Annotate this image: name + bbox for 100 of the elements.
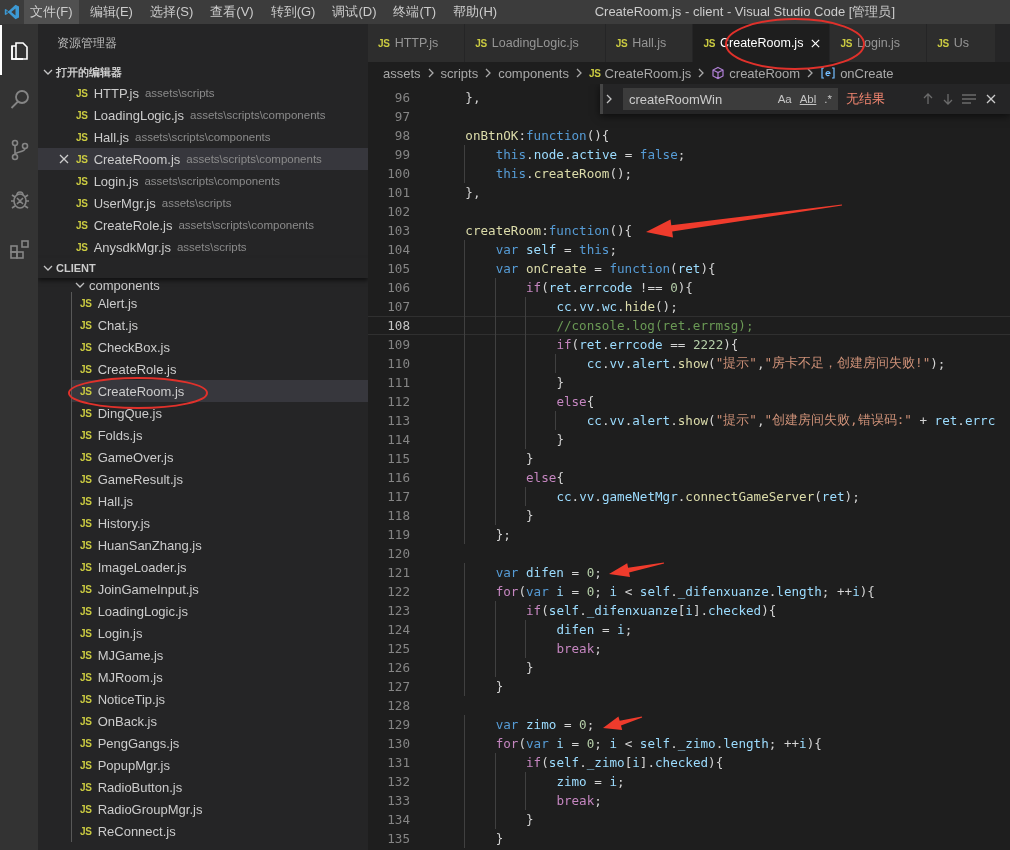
line-number: 134 [386, 812, 411, 827]
file-item[interactable]: JS ImageLoader.js [72, 556, 368, 578]
menu-item[interactable]: 选择(S) [143, 0, 200, 24]
file-item[interactable]: JS LoadingLogic.js [72, 600, 368, 622]
code-line: break; [435, 639, 602, 658]
file-item[interactable]: JS ReConnect.js [72, 820, 368, 842]
code-line: } [435, 810, 534, 829]
line-number: 102 [386, 204, 411, 219]
file-item[interactable]: JS CreateRoom.js [72, 380, 368, 402]
line-number: 123 [386, 603, 411, 618]
line-number: 110 [386, 356, 411, 371]
line-number: 114 [386, 432, 411, 447]
file-item[interactable]: JS OnBack.js [72, 710, 368, 732]
open-editor-item[interactable]: JS CreateRole.js assets\scripts\components [38, 214, 368, 236]
line-number: 101 [386, 185, 411, 200]
open-editor-item[interactable]: JS HTTP.js assets\scripts [38, 82, 368, 104]
open-editor-item[interactable]: JS Login.js assets\scripts\components [38, 170, 368, 192]
editor-tab[interactable]: JS LoadingLogic.js [465, 24, 606, 62]
code-line: zimo = i; [435, 772, 625, 791]
line-number: 128 [386, 698, 411, 713]
file-item[interactable]: JS PopupMgr.js [72, 754, 368, 776]
file-item[interactable]: JS MJGame.js [72, 644, 368, 666]
line-number: 117 [386, 489, 411, 504]
line-number: 126 [386, 660, 411, 675]
editor-tab[interactable]: JS Hall.js [605, 24, 694, 62]
menu-item[interactable]: 查看(V) [204, 0, 260, 24]
file-item[interactable]: JS Hall.js [72, 490, 368, 512]
menu-item[interactable]: 调试(D) [326, 0, 383, 24]
line-number: 105 [386, 261, 411, 276]
line-number: 124 [386, 622, 411, 637]
arrow-down-icon[interactable] [941, 92, 955, 106]
breadcrumb-item[interactable]: createRoom [729, 65, 801, 81]
file-item[interactable]: JS RadioGroupMgr.js [72, 798, 368, 820]
file-item[interactable]: JS CreateRole.js [72, 358, 368, 380]
find-option[interactable]: Abl [797, 93, 819, 105]
menu-item[interactable]: 终端(T) [387, 0, 443, 24]
code-line: }; [435, 525, 511, 544]
editor-tab[interactable]: JS HTTP.js [368, 24, 466, 62]
menu-item[interactable]: 帮助(H) [447, 0, 504, 24]
file-item[interactable]: JS Folds.js [72, 424, 368, 446]
code-line: var self = this; [435, 240, 618, 259]
find-option[interactable]: .* [822, 93, 834, 105]
file-item[interactable]: JS GameResult.js [72, 468, 368, 490]
breadcrumb-item[interactable]: scripts [440, 65, 479, 81]
close-icon[interactable] [58, 153, 70, 165]
section-header[interactable]: 打开的编辑器 [38, 62, 368, 82]
section-header[interactable]: CLIENT [38, 258, 368, 278]
file-item[interactable]: JS Alert.js [72, 292, 368, 314]
breadcrumb-item[interactable]: onCreate [840, 65, 894, 81]
find-result: 无结果 [846, 90, 885, 108]
code-line: for(var i = 0; i < self._zimo.length; ++i){ [435, 734, 822, 753]
code-line: cc.vv.alert.show("提示","创建房间失败,错误码:" + ret.errc [435, 411, 996, 430]
find-input[interactable]: createRoomWin Aa Abl .* [623, 88, 838, 110]
file-item[interactable]: JS PengGangs.js [72, 732, 368, 754]
file-item[interactable]: JS History.js [72, 512, 368, 534]
line-number: 111 [386, 375, 411, 390]
code-line: } [435, 430, 564, 449]
cube-icon [711, 66, 726, 80]
line-number: 112 [386, 394, 411, 409]
line-number: 129 [386, 717, 411, 732]
menu-item[interactable]: 文件(F) [24, 0, 79, 24]
close-icon[interactable] [809, 37, 821, 49]
open-editor-item[interactable]: JS LoadingLogic.js assets\scripts\components [38, 104, 368, 126]
file-item[interactable]: JS HuanSanZhang.js [72, 534, 368, 556]
open-editor-item[interactable]: JS UserMgr.js assets\scripts [38, 192, 368, 214]
file-item[interactable]: JS MJRoom.js [72, 666, 368, 688]
open-editor-item[interactable]: JS Hall.js assets\scripts\components [38, 126, 368, 148]
file-item[interactable]: JS JoinGameInput.js [72, 578, 368, 600]
code-line: cc.vv.gameNetMgr.connectGameServer(ret); [435, 487, 860, 506]
file-item[interactable]: JS CheckBox.js [72, 336, 368, 358]
open-editor-item[interactable]: JS CreateRoom.js assets\scripts\components [38, 148, 368, 170]
breadcrumb-item[interactable]: components [498, 65, 569, 81]
file-item[interactable]: JS Login.js [72, 622, 368, 644]
menu-item[interactable]: 编辑(E) [83, 0, 139, 24]
code-line: this.node.active = false; [435, 145, 686, 164]
menu-item[interactable]: 转到(G) [264, 0, 322, 24]
file-item[interactable]: JS RadioButton.js [72, 776, 368, 798]
open-editor-item[interactable]: JS AnysdkMgr.js assets\scripts [38, 236, 368, 258]
file-item[interactable]: JS GameOver.js [72, 446, 368, 468]
breadcrumb-item[interactable]: assets [383, 65, 421, 81]
annotation-arrow [609, 562, 665, 577]
file-item[interactable]: JS Chat.js [72, 314, 368, 336]
find-option[interactable]: Aa [775, 93, 794, 105]
code-line: }, [464, 184, 481, 202]
code-line: var difen = 0; [435, 563, 602, 582]
code-line: } [435, 658, 534, 677]
file-item[interactable]: JS NoticeTip.js [72, 688, 368, 710]
breadcrumb-item[interactable]: CreateRoom.js [604, 65, 692, 81]
annotation-arrow [603, 716, 643, 730]
folder-item[interactable]: components [38, 278, 368, 292]
arrow-up-icon[interactable] [921, 92, 935, 106]
close-icon[interactable] [985, 93, 997, 105]
line-number: 127 [386, 679, 411, 694]
editor-tab[interactable]: JS Us [927, 24, 997, 62]
line-number: 135 [386, 831, 411, 846]
code-line: this.createRoom(); [435, 164, 633, 183]
code-line: onBtnOK:function(){ [464, 127, 610, 145]
line-number: 109 [386, 337, 411, 352]
file-item[interactable]: JS DingQue.js [72, 402, 368, 424]
code-line: if(self._zimo[i].checked){ [435, 753, 724, 772]
